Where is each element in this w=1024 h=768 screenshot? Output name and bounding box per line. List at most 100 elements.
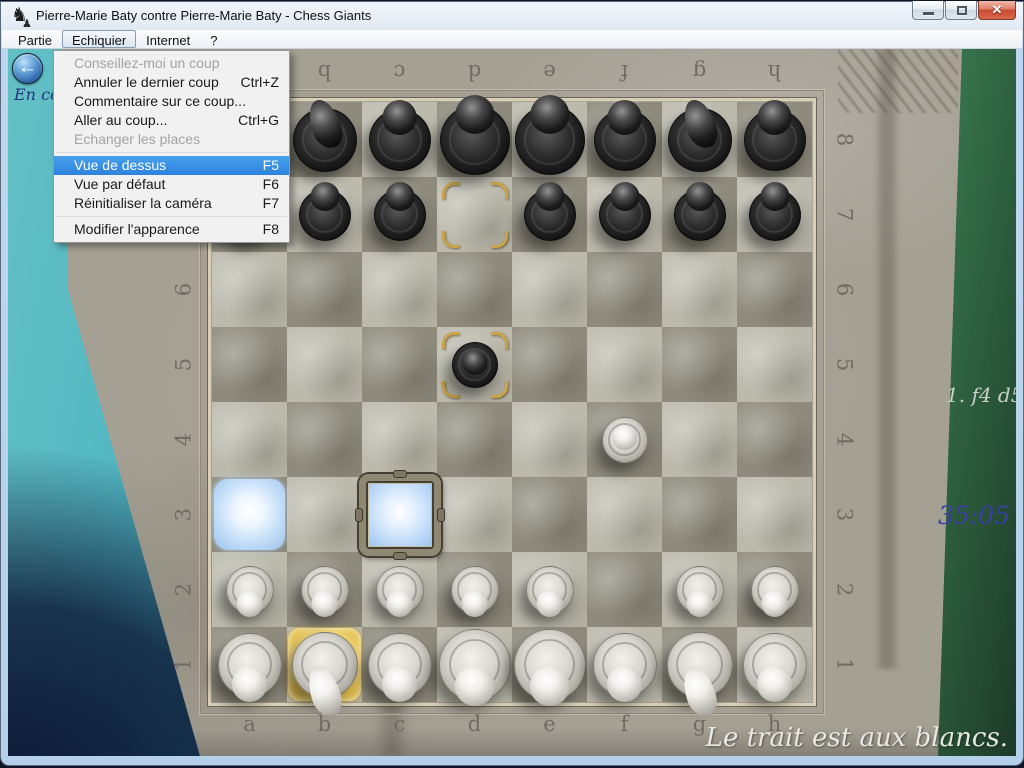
piece-white-pawn-c2[interactable] [376,566,424,614]
rook-head [757,100,792,135]
square-g6[interactable] [662,252,737,327]
square-c4[interactable] [362,402,437,477]
square-c5[interactable] [362,327,437,402]
bishop-head [382,666,418,702]
piece-white-pawn-a2[interactable] [226,566,274,614]
piece-black-bishop-c8[interactable] [369,109,431,171]
piece-white-rook-a1[interactable] [218,633,282,697]
piece-white-rook-h1[interactable] [743,633,807,697]
menu-item-shortcut: Ctrl+G [238,111,279,130]
piece-white-knight-b1[interactable] [292,632,358,698]
piece-white-bishop-c1[interactable] [368,633,432,697]
menubar-item-echiquier[interactable]: Echiquier [62,30,136,48]
frame-ornament [393,470,407,478]
maximize-button[interactable] [945,1,977,20]
game-timer: 35:05 [938,501,1010,530]
square-e5[interactable] [512,327,587,402]
move-list: 1. f4 d5 [946,383,1016,407]
piece-white-king-e1[interactable] [514,629,586,701]
menu-item-annuler-le-dernier-coup[interactable]: Annuler le dernier coup Ctrl+Z [54,73,289,92]
rank-label-right-4: 4 [807,428,882,452]
rank-label-right-8: 8 [807,128,882,152]
square-d4[interactable] [437,402,512,477]
piece-black-rook-h8[interactable] [744,109,806,171]
rank-label-right-3: 3 [807,503,882,527]
menu-item-r-initialiser-la-cam-ra[interactable]: Réinitialiser la caméraF7 [54,194,289,213]
menu-item-label: Annuler le dernier coup [74,73,219,92]
hint-square-a3[interactable] [214,479,285,550]
piece-black-pawn-f7[interactable] [599,189,651,241]
square-h6[interactable] [737,252,812,327]
piece-black-knight-b8[interactable] [293,108,357,172]
piece-white-pawn-b2[interactable] [301,566,349,614]
back-button[interactable]: ← [12,53,43,84]
menu-item-vue-par-d-faut[interactable]: Vue par défautF6 [54,175,289,194]
file-label-top-d: d [437,60,512,84]
square-h5[interactable] [737,327,812,402]
menubar-item-internet[interactable]: Internet [136,30,200,48]
square-a4[interactable] [212,402,287,477]
square-h3[interactable] [737,477,812,552]
piece-white-pawn-e2[interactable] [526,566,574,614]
minimize-button[interactable] [912,1,944,20]
rank-label-right-6: 6 [807,278,882,302]
square-f2[interactable] [587,552,662,627]
piece-white-pawn-d2[interactable] [451,566,499,614]
square-d6[interactable] [437,252,512,327]
square-g5[interactable] [662,327,737,402]
square-f3[interactable] [587,477,662,552]
menubar-item-?[interactable]: ? [200,30,227,48]
menu-item-modifier-l-apparence[interactable]: Modifier l'apparenceF8 [54,220,289,239]
menu-bar: PartieEchiquierInternet? [2,30,1022,49]
rank-label-left-2: 2 [147,578,222,602]
file-label-top-f: f [587,60,662,84]
piece-white-bishop-f1[interactable] [593,633,657,697]
queen-head [454,666,495,707]
piece-white-queen-d1[interactable] [439,629,511,701]
square-b4[interactable] [287,402,362,477]
piece-black-pawn-g7[interactable] [674,189,726,241]
menu-item-aller-au-coup[interactable]: Aller au coup...Ctrl+G [54,111,289,130]
king-head [530,95,569,134]
square-b6[interactable] [287,252,362,327]
menubar-item-partie[interactable]: Partie [8,30,62,48]
file-label-top-e: e [512,60,587,84]
piece-black-pawn-b7[interactable] [299,189,351,241]
square-e6[interactable] [512,252,587,327]
square-b5[interactable] [287,327,362,402]
piece-black-pawn-e7[interactable] [524,189,576,241]
menu-item-shortcut: Ctrl+Z [241,73,280,92]
cursor-frame-square-c3[interactable] [359,474,441,556]
menu-item-commentaire-sur-ce-coup[interactable]: Commentaire sur ce coup... [54,92,289,111]
piece-black-pawn-c7[interactable] [374,189,426,241]
square-g3[interactable] [662,477,737,552]
piece-white-pawn-g2[interactable] [676,566,724,614]
pawn-head [311,590,338,617]
menu-item-vue-de-dessus[interactable]: Vue de dessusF5 [54,156,289,175]
piece-white-pawn-f4[interactable] [602,417,648,463]
square-e3[interactable] [512,477,587,552]
square-g4[interactable] [662,402,737,477]
piece-black-king-e8[interactable] [515,105,585,175]
menu-item-label: Vue de dessus [74,156,166,175]
piece-black-knight-g8[interactable] [668,108,732,172]
square-d3[interactable] [437,477,512,552]
last-move-marker-d7 [442,182,508,248]
piece-black-pawn-d5[interactable] [452,342,498,388]
square-e4[interactable] [512,402,587,477]
square-f6[interactable] [587,252,662,327]
square-b3[interactable] [287,477,362,552]
square-a6[interactable] [212,252,287,327]
rank-label-right-2: 2 [807,578,882,602]
square-c6[interactable] [362,252,437,327]
title-bar[interactable]: ♞♟ Pierre-Marie Baty contre Pierre-Marie… [2,1,1022,30]
square-a5[interactable] [212,327,287,402]
piece-black-pawn-h7[interactable] [749,189,801,241]
piece-white-pawn-h2[interactable] [751,566,799,614]
close-button[interactable]: ✕ [978,1,1016,20]
square-f5[interactable] [587,327,662,402]
square-h4[interactable] [737,402,812,477]
piece-white-knight-g1[interactable] [667,632,733,698]
piece-black-queen-d8[interactable] [440,105,510,175]
piece-black-bishop-f8[interactable] [594,109,656,171]
